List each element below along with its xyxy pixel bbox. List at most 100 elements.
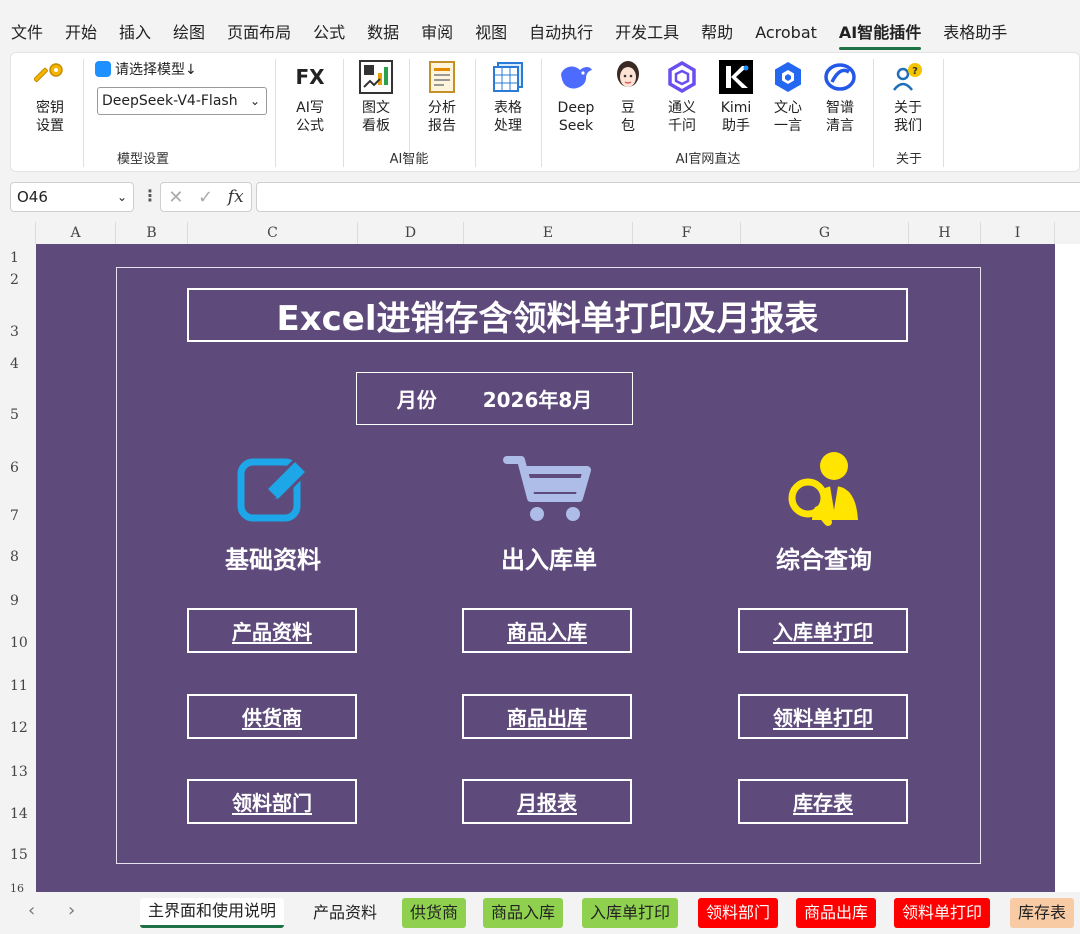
inventory-button[interactable]: 库存表: [738, 779, 908, 824]
menu-item-9[interactable]: 自动执行: [518, 19, 604, 47]
tab-inventory[interactable]: 库存表: [1010, 898, 1075, 928]
analysis-report-label: 分析 报告: [428, 100, 456, 134]
row-header[interactable]: 11: [0, 678, 36, 694]
column-header[interactable]: A: [36, 222, 116, 244]
row-header[interactable]: 14: [0, 806, 36, 822]
row-header[interactable]: 12: [0, 720, 36, 736]
goods-in-button[interactable]: 商品入库: [462, 608, 632, 653]
monthly-report-button[interactable]: 月报表: [462, 779, 632, 824]
menu-item-14[interactable]: 表格助手: [932, 19, 1018, 47]
row-header[interactable]: 9: [0, 593, 36, 609]
fx-icon: FX: [295, 65, 325, 89]
row-header[interactable]: 3: [0, 324, 36, 340]
menu-item-8[interactable]: 视图: [464, 19, 518, 47]
category-title: 出入库单: [501, 546, 597, 574]
row-header[interactable]: 13: [0, 764, 36, 780]
row-header[interactable]: 2: [0, 272, 36, 288]
menu-item-5[interactable]: 公式: [302, 19, 356, 47]
menu-item-12[interactable]: Acrobat: [744, 19, 828, 47]
ai-formula-button[interactable]: FX AI写 公式: [283, 59, 337, 143]
goods-out-button[interactable]: 商品出库: [462, 694, 632, 739]
row-header[interactable]: 15: [0, 847, 36, 863]
chevron-down-icon: ⌄: [116, 190, 127, 204]
column-header[interactable]: G: [741, 222, 909, 244]
zhipu-button[interactable]: 智谱 清言: [813, 59, 867, 143]
column-headers: A B C D E F G H I: [0, 222, 1080, 244]
column-header[interactable]: H: [909, 222, 981, 244]
table-process-button[interactable]: 表格 处理: [481, 59, 535, 143]
analysis-report-button[interactable]: 分析 报告: [415, 59, 469, 143]
column-header[interactable]: I: [981, 222, 1055, 244]
supplier-button[interactable]: 供货商: [187, 694, 357, 739]
menu-item-2[interactable]: 插入: [108, 19, 162, 47]
wenxin-icon: [770, 59, 806, 95]
confirm-icon[interactable]: ✓: [198, 187, 213, 208]
tab-goods-out[interactable]: 商品出库: [796, 898, 877, 928]
tab-product[interactable]: 产品资料: [305, 898, 385, 928]
product-data-button[interactable]: 产品资料: [187, 608, 357, 653]
about-us-button[interactable]: ? 关于 我们: [881, 59, 935, 143]
deepseek-icon: [558, 59, 594, 95]
about-group-label: 关于: [895, 152, 922, 167]
tab-main[interactable]: 主界面和使用说明: [140, 898, 285, 928]
formula-input[interactable]: [256, 182, 1080, 212]
category-basic-data: 基础资料: [183, 454, 363, 575]
column-header[interactable]: C: [188, 222, 358, 244]
deepseek-button[interactable]: Deep Seek: [549, 59, 603, 143]
column-header[interactable]: F: [633, 222, 741, 244]
edit-icon: [183, 454, 363, 526]
cart-icon: [459, 454, 639, 526]
row-header[interactable]: 8: [0, 549, 36, 565]
menu-item-0[interactable]: 文件: [0, 19, 54, 47]
tab-goods-in[interactable]: 商品入库: [483, 898, 564, 928]
menu-item-3[interactable]: 绘图: [162, 19, 216, 47]
department-button[interactable]: 领料部门: [187, 779, 357, 824]
tongyi-button[interactable]: 通义 千问: [655, 59, 709, 143]
dashboard-button[interactable]: 图文 看板: [349, 59, 403, 143]
row-header[interactable]: 6: [0, 460, 36, 476]
row-header[interactable]: 4: [0, 356, 36, 372]
in-slip-print-button[interactable]: 入库单打印: [738, 608, 908, 653]
column-header[interactable]: B: [116, 222, 188, 244]
model-select-value: DeepSeek-V4-Flash: [102, 93, 238, 109]
kimi-label: Kimi 助手: [720, 100, 752, 134]
model-select[interactable]: DeepSeek-V4-Flash ⌄: [97, 87, 267, 115]
search-person-icon: [734, 452, 914, 526]
tab-supplier[interactable]: 供货商: [402, 898, 467, 928]
tab-department[interactable]: 领料部门: [698, 898, 779, 928]
menu-item-11[interactable]: 帮助: [690, 19, 744, 47]
key-settings-button[interactable]: 密钥 设置: [23, 59, 77, 143]
tab-in-slip[interactable]: 入库单打印: [582, 898, 679, 928]
column-header[interactable]: D: [358, 222, 464, 244]
wenxin-button[interactable]: 文心 一言: [761, 59, 815, 143]
doubao-button[interactable]: 豆 包: [601, 59, 655, 143]
menu-item-10[interactable]: 开发工具: [604, 19, 690, 47]
kimi-button[interactable]: Kimi 助手: [709, 59, 763, 143]
row-header[interactable]: 5: [0, 407, 36, 423]
sheet-blank-area[interactable]: [1055, 244, 1080, 892]
name-box[interactable]: O46 ⌄: [10, 182, 134, 212]
tab-next-icon[interactable]: ›: [68, 900, 75, 921]
menu-item-4[interactable]: 页面布局: [216, 19, 302, 47]
row-header[interactable]: 7: [0, 508, 36, 524]
insert-function-button[interactable]: fx: [228, 187, 244, 207]
row-header[interactable]: 10: [0, 635, 36, 651]
month-value[interactable]: 2026年8月: [483, 384, 593, 413]
svg-text:?: ?: [912, 66, 918, 77]
requisition-print-button[interactable]: 领料单打印: [738, 694, 908, 739]
dashboard-icon: [358, 59, 394, 95]
cancel-icon[interactable]: ✕: [168, 187, 183, 208]
formula-bar-grip-icon[interactable]: ⋮: [142, 186, 158, 205]
menu-item-6[interactable]: 数据: [356, 19, 410, 47]
month-box: 月份 2026年8月: [356, 372, 633, 425]
row-header[interactable]: 1: [0, 250, 36, 266]
tab-requisition[interactable]: 领料单打印: [894, 898, 991, 928]
column-header[interactable]: E: [464, 222, 633, 244]
tab-prev-icon[interactable]: ‹: [28, 900, 35, 921]
menu-item-1[interactable]: 开始: [54, 19, 108, 47]
excel-window: 文件 开始 插入 绘图 页面布局 公式 数据 审阅 视图 自动执行 开发工具 帮助 Acrobat AI智…: [0, 0, 1080, 934]
name-box-value: O46: [17, 188, 48, 206]
menu-item-13[interactable]: AI智能插件: [828, 19, 932, 50]
select-all-corner[interactable]: [0, 222, 36, 244]
menu-item-7[interactable]: 审阅: [410, 19, 464, 47]
